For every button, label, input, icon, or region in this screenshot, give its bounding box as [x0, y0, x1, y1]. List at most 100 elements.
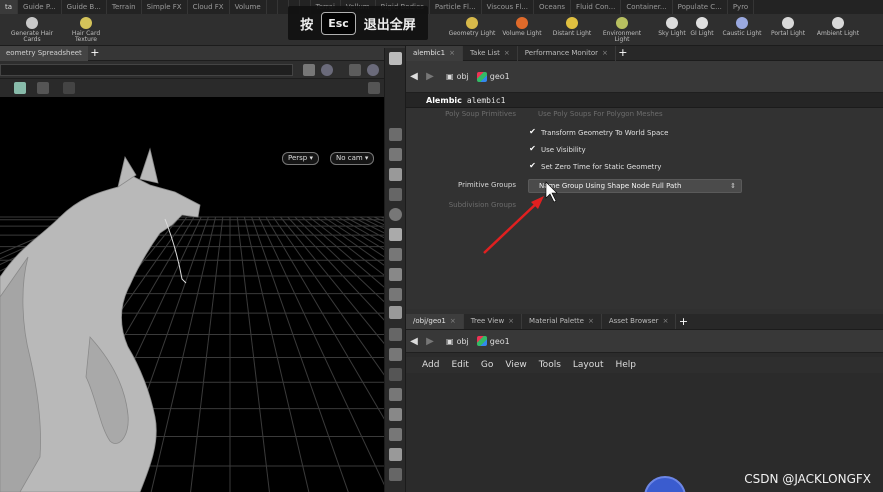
shelf-tab[interactable]: Cloud FX: [188, 0, 230, 14]
texture-icon: [80, 17, 92, 29]
shelf-tab[interactable]: Volume: [230, 0, 267, 14]
shelf-tool-hair-card-texture[interactable]: Hair Card Texture: [62, 15, 110, 45]
tab-take-list[interactable]: Take List ×: [463, 45, 518, 61]
crumb-label: geo1: [489, 336, 510, 346]
light-icon[interactable]: [389, 148, 402, 161]
close-icon[interactable]: ×: [588, 317, 594, 325]
pin-icon[interactable]: [303, 64, 315, 76]
checkbox-label: Set Zero Time for Static Geometry: [541, 162, 662, 171]
measure-icon[interactable]: [389, 388, 402, 401]
close-icon[interactable]: ×: [450, 317, 456, 325]
pin-tool-icon[interactable]: [389, 248, 402, 261]
menu-item[interactable]: Edit: [451, 360, 468, 370]
shading-icon[interactable]: [389, 128, 402, 141]
handle-icon[interactable]: [389, 368, 402, 381]
menu-item[interactable]: View: [505, 360, 526, 370]
shelf-tab[interactable]: Simple FX: [142, 0, 188, 14]
light-icon: [466, 17, 478, 29]
close-icon[interactable]: ×: [602, 49, 608, 57]
breadcrumb-obj[interactable]: ▣ obj: [446, 72, 469, 81]
add-tab-icon[interactable]: +: [88, 46, 102, 60]
menu-item[interactable]: Layout: [573, 360, 604, 370]
back-arrow-icon[interactable]: ◀: [406, 71, 422, 82]
view-icon[interactable]: [63, 82, 75, 94]
shelf-tab[interactable]: Particle Fl...: [430, 0, 482, 14]
close-icon[interactable]: ×: [504, 49, 510, 57]
tool-shelf: Generate Hair Cards Hair Card Texture Ge…: [0, 14, 883, 46]
menu-item[interactable]: Tools: [539, 360, 561, 370]
transform-icon[interactable]: [389, 306, 402, 319]
tab-performance-monitor[interactable]: Performance Monitor ×: [518, 45, 616, 61]
breadcrumb-obj[interactable]: ▣ obj: [446, 337, 469, 346]
sphere-icon[interactable]: [389, 208, 402, 221]
tab-alembic1[interactable]: alembic1 ×: [406, 45, 463, 61]
shelf-tab[interactable]: Populate C...: [673, 0, 728, 14]
shelf-tab[interactable]: ta: [0, 0, 19, 14]
visibility-icon[interactable]: [389, 188, 402, 201]
tab-obj-geo1[interactable]: /obj/geo1 ×: [406, 314, 464, 329]
rotate-icon[interactable]: [389, 348, 402, 361]
shelf-tool-light[interactable]: Volume Light: [498, 15, 546, 45]
camera-icon[interactable]: [321, 64, 333, 76]
tab-tree-view[interactable]: Tree View ×: [464, 314, 523, 329]
shelf-tab[interactable]: Pyro: [728, 0, 755, 14]
shelf-tool-light[interactable]: Ambient Light: [814, 15, 862, 45]
menu-item[interactable]: Help: [616, 360, 637, 370]
close-icon[interactable]: ×: [508, 317, 514, 325]
tab-material-palette[interactable]: Material Palette ×: [522, 314, 602, 329]
shelf-tool-light[interactable]: Distant Light: [548, 15, 596, 45]
shelf-tool-light[interactable]: Environment Light: [598, 15, 646, 45]
tab-geometry-spreadsheet[interactable]: eometry Spreadsheet: [0, 45, 88, 61]
add-tab-icon[interactable]: +: [616, 46, 630, 60]
shelf-tool-generate-hair-cards[interactable]: Generate Hair Cards: [8, 15, 56, 45]
snap-icon[interactable]: [37, 82, 49, 94]
point-icon[interactable]: [389, 228, 402, 241]
shelf-tab[interactable]: Viscous Fl...: [482, 0, 534, 14]
shelf-tab[interactable]: Fluid Con...: [571, 0, 622, 14]
shelf-tool-light[interactable]: Portal Light: [764, 15, 812, 45]
viewer-path-field[interactable]: [0, 64, 293, 76]
brush-icon[interactable]: [389, 428, 402, 441]
scale-icon[interactable]: [389, 328, 402, 341]
viewport[interactable]: Persp ▾ No cam ▾: [0, 79, 405, 492]
shelf-tab[interactable]: Container...: [621, 0, 673, 14]
shelf-tab[interactable]: Terrain: [107, 0, 142, 14]
help-icon[interactable]: [389, 52, 402, 65]
breadcrumb-geo1[interactable]: geo1: [476, 71, 510, 82]
menu-item[interactable]: Add: [422, 360, 439, 370]
shelf-tab[interactable]: [267, 0, 278, 14]
camera-menu[interactable]: No cam ▾: [330, 152, 375, 165]
guide-icon[interactable]: [389, 268, 402, 281]
back-arrow-icon[interactable]: ◀: [406, 336, 422, 347]
tab-asset-browser[interactable]: Asset Browser ×: [602, 314, 677, 329]
display-flags-icon[interactable]: [368, 82, 380, 94]
display-options-icon[interactable]: [349, 64, 361, 76]
zero-time-checkbox[interactable]: ✔ Set Zero Time for Static Geometry: [528, 162, 661, 171]
paint-icon[interactable]: [389, 408, 402, 421]
edit-icon[interactable]: [389, 448, 402, 461]
use-visibility-checkbox[interactable]: ✔ Use Visibility: [528, 145, 586, 154]
poly-soup-value[interactable]: Use Poly Soups For Polygon Meshes: [538, 110, 663, 118]
node-name-field[interactable]: alembic1: [467, 96, 506, 105]
layers-icon[interactable]: [389, 468, 402, 481]
transform-world-checkbox[interactable]: ✔ Transform Geometry To World Space: [528, 128, 668, 137]
forward-arrow-icon[interactable]: ▶: [422, 336, 438, 347]
forward-arrow-icon[interactable]: ▶: [422, 71, 438, 82]
add-tab-icon[interactable]: +: [676, 315, 690, 329]
select-icon[interactable]: [14, 82, 26, 94]
menu-item[interactable]: Go: [481, 360, 493, 370]
snapshot-icon[interactable]: [367, 64, 379, 76]
shelf-tab[interactable]: [278, 0, 289, 14]
shelf-tool-light[interactable]: Caustic Light: [718, 15, 766, 45]
breadcrumb-geo1[interactable]: geo1: [476, 336, 510, 346]
lock-icon[interactable]: [389, 168, 402, 181]
persp-view-menu[interactable]: Persp ▾: [282, 152, 319, 165]
close-icon[interactable]: ×: [449, 49, 455, 57]
snap-grid-icon[interactable]: [389, 288, 402, 301]
tool-label: Volume Light: [502, 30, 542, 37]
close-icon[interactable]: ×: [663, 317, 669, 325]
shelf-tool-light[interactable]: Geometry Light: [448, 15, 496, 45]
shelf-tab[interactable]: Guide P...: [18, 0, 62, 14]
shelf-tab[interactable]: Guide B...: [62, 0, 107, 14]
shelf-tab[interactable]: Oceans: [534, 0, 572, 14]
